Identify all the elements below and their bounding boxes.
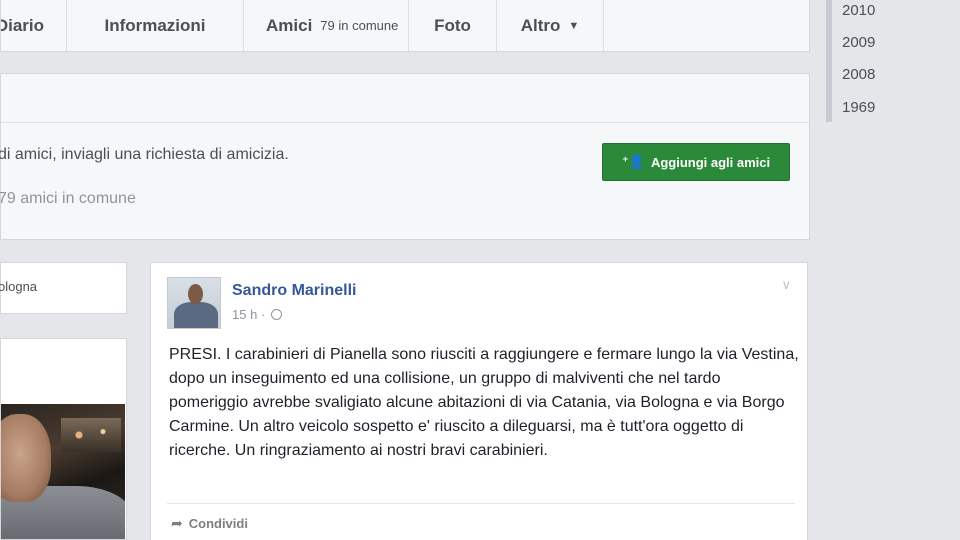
tab-amici[interactable]: Amici 79 in comune: [244, 0, 409, 51]
share-label: Condividi: [188, 516, 248, 531]
friend-request-message: di amici, inviagli una richiesta di amic…: [0, 146, 289, 163]
post-text: PRESI. I carabinieri di Pianella sono ri…: [169, 346, 799, 459]
year-nav-rail: [826, 0, 832, 122]
year-link[interactable]: 2009: [842, 34, 875, 51]
tab-diario-label: Diario: [1, 15, 44, 35]
photo-background: [61, 418, 121, 452]
divider: [167, 503, 795, 504]
tab-informazioni[interactable]: Informazioni: [67, 0, 244, 51]
photo-face: [1, 414, 51, 502]
year-link[interactable]: 2010: [842, 2, 875, 19]
tab-diario[interactable]: Diario: [1, 0, 67, 51]
share-button[interactable]: ➦ Condividi: [171, 515, 248, 532]
tab-amici-count: 79 in comune: [320, 18, 399, 33]
globe-icon: [270, 309, 282, 320]
tab-altro-label: Altro: [520, 15, 561, 35]
divider: [1, 122, 809, 123]
avatar[interactable]: [167, 277, 221, 329]
year-link[interactable]: 1969: [842, 99, 875, 116]
intro-card: ologna: [0, 262, 127, 314]
post-card: Sandro Marinelli 15 h · ∨ PRESI. I carab…: [150, 262, 808, 540]
mutual-friends-count[interactable]: 79 amici in comune: [0, 190, 136, 208]
friend-request-box: di amici, inviagli una richiesta di amic…: [0, 73, 810, 240]
tab-informazioni-label: Informazioni: [104, 15, 206, 35]
location-text[interactable]: ologna: [0, 279, 37, 294]
chevron-down-icon: ▼: [568, 19, 580, 32]
tab-amici-label: Amici: [266, 15, 313, 35]
add-friend-label: Aggiungi agli amici: [650, 154, 771, 170]
profile-photo[interactable]: [1, 404, 125, 539]
photos-card: [0, 338, 127, 540]
avatar-head: [188, 284, 203, 304]
post-options-chevron-icon[interactable]: ∨: [781, 277, 791, 293]
post-meta: 15 h ·: [232, 307, 282, 322]
tab-foto-label: Foto: [434, 15, 471, 35]
year-link[interactable]: 2008: [842, 66, 875, 83]
avatar-body: [174, 302, 218, 328]
add-friend-button[interactable]: ⁺👤 Aggiungi agli amici: [602, 143, 790, 181]
add-friend-icon: ⁺👤: [621, 154, 645, 169]
tab-foto[interactable]: Foto: [409, 0, 497, 51]
profile-tab-bar: Diario Informazioni Amici 79 in comune F…: [0, 0, 810, 52]
share-arrow-icon: ➦: [171, 515, 183, 531]
tab-altro[interactable]: Altro ▼: [497, 0, 604, 51]
post-author[interactable]: Sandro Marinelli: [232, 282, 356, 300]
post-time[interactable]: 15 h: [232, 307, 257, 322]
